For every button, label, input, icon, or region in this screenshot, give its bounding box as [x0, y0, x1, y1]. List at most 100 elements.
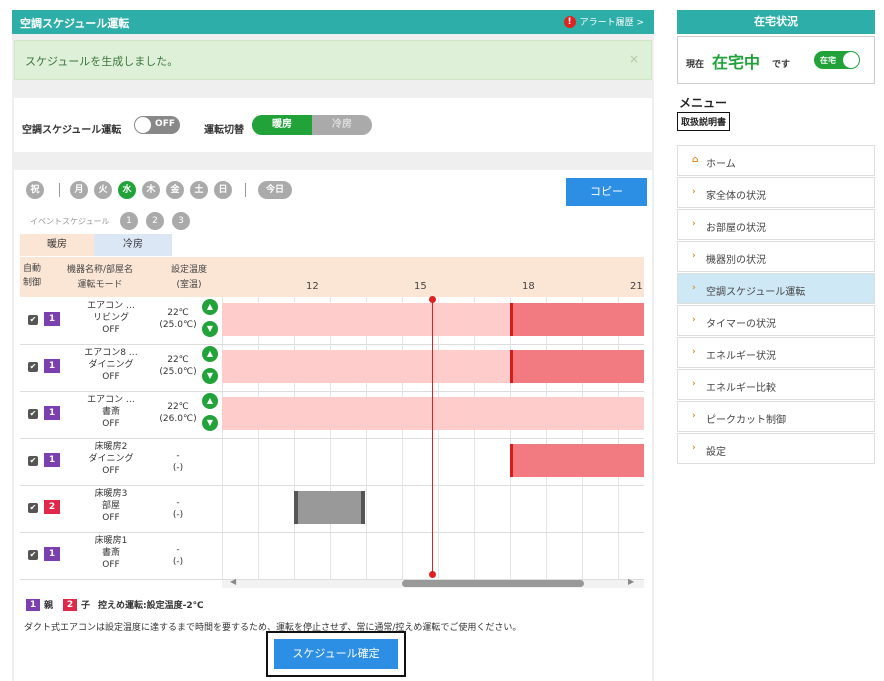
sidebar-item-label: エネルギー比較: [706, 383, 776, 394]
current-time-marker: [429, 571, 436, 578]
mode-heating-button[interactable]: 暖房: [252, 115, 312, 135]
schedule-bar[interactable]: [510, 303, 644, 336]
toggle-knob: [843, 52, 859, 68]
temp-up-icon[interactable]: ▲: [202, 346, 218, 362]
manual-link[interactable]: 取扱説明書: [677, 112, 731, 131]
home-toggle-label: 在宅: [820, 56, 836, 65]
menu-title: メニュー: [679, 96, 728, 110]
schedule-toggle[interactable]: OFF: [134, 116, 180, 134]
room-temperature: (-): [172, 557, 184, 567]
header-setting: 設定温度 (室温): [156, 257, 222, 297]
copy-button[interactable]: コピー: [566, 178, 647, 206]
day-wed[interactable]: 水: [118, 181, 136, 199]
schedule-bar[interactable]: [294, 491, 365, 524]
auto-control-checkbox[interactable]: ✔: [28, 456, 38, 466]
header-timeline: [222, 257, 644, 297]
scrollbar-thumb[interactable]: [402, 580, 584, 587]
temp-up-icon[interactable]: ▲: [202, 299, 218, 315]
room-name: リビング: [92, 313, 129, 323]
room-name: 書斎: [101, 548, 120, 558]
chevron-right-icon: ›: [692, 347, 696, 357]
success-message: スケジュールを生成しました。 ×: [14, 40, 652, 80]
tab-cooling[interactable]: 冷房: [94, 234, 172, 256]
day-tue[interactable]: 火: [94, 181, 112, 199]
day-thu[interactable]: 木: [142, 181, 160, 199]
device-name: 床暖房2: [94, 442, 128, 452]
legend-parent-label: 親: [44, 601, 54, 611]
schedule-bar[interactable]: [222, 397, 644, 430]
event-1[interactable]: 1: [120, 212, 138, 230]
confirm-schedule-button[interactable]: スケジュール確定: [274, 639, 398, 669]
run-mode: OFF: [102, 466, 120, 476]
sidebar-item-5[interactable]: › タイマーの状況: [677, 305, 875, 336]
day-sun[interactable]: 日: [214, 181, 232, 199]
current-time-line: [432, 299, 433, 575]
auto-control-checkbox[interactable]: ✔: [28, 315, 38, 325]
home-status: 在宅中: [712, 53, 761, 72]
home-badge: 1: [44, 312, 60, 326]
chevron-right-icon: ›: [692, 411, 696, 421]
sidebar-item-label: ピークカット制御: [706, 415, 786, 426]
day-fri[interactable]: 金: [166, 181, 184, 199]
sidebar-item-4[interactable]: › 空調スケジュール運転: [677, 273, 875, 304]
event-2[interactable]: 2: [146, 212, 164, 230]
temp-down-icon[interactable]: ▼: [202, 321, 218, 337]
sidebar-item-1[interactable]: › 家全体の状況: [677, 177, 875, 208]
header-auto: 自動制御: [20, 257, 44, 297]
header-auto-label: 自動制御: [22, 264, 41, 288]
separator: [59, 183, 60, 197]
chevron-right-icon: ›: [692, 219, 696, 229]
room-temperature: (25.0℃): [159, 320, 197, 330]
day-mon[interactable]: 月: [70, 181, 88, 199]
sidebar-item-7[interactable]: › エネルギー比較: [677, 369, 875, 400]
close-icon[interactable]: ×: [629, 52, 639, 66]
tab-heating[interactable]: 暖房: [20, 234, 94, 256]
sidebar-item-6[interactable]: › エネルギー状況: [677, 337, 875, 368]
schedule-toggle-label: 空調スケジュール運転: [22, 125, 122, 136]
page-title: 空調スケジュール運転: [20, 17, 130, 30]
sidebar-item-3[interactable]: › 機器別の状況: [677, 241, 875, 272]
day-today[interactable]: 今日: [258, 181, 292, 199]
home-badge: 2: [44, 500, 60, 514]
legend-parent-badge: 1: [26, 598, 40, 611]
temp-up-icon[interactable]: ▲: [202, 393, 218, 409]
sidebar-item-8[interactable]: › ピークカット制御: [677, 401, 875, 432]
scroll-right-icon[interactable]: ▶: [628, 577, 634, 586]
day-holiday[interactable]: 祝: [26, 181, 44, 199]
success-message-text: スケジュールを生成しました。: [25, 55, 179, 68]
schedule-bar[interactable]: [510, 444, 644, 477]
event-schedule-label: イベントスケジュール: [30, 217, 110, 226]
event-3[interactable]: 3: [172, 212, 190, 230]
home-badge: 1: [44, 406, 60, 420]
alert-icon: !: [563, 15, 576, 28]
auto-control-checkbox[interactable]: ✔: [28, 409, 38, 419]
auto-control-checkbox[interactable]: ✔: [28, 550, 38, 560]
header-room-label: (室温): [176, 280, 202, 290]
header-device-label: 機器名称/部屋名: [66, 265, 134, 275]
sidebar-item-label: エネルギー状況: [706, 351, 776, 362]
auto-control-checkbox[interactable]: ✔: [28, 362, 38, 372]
auto-control-checkbox[interactable]: ✔: [28, 503, 38, 513]
status-suffix: です: [772, 60, 791, 70]
temp-down-icon[interactable]: ▼: [202, 368, 218, 384]
mode-switch-label: 運転切替: [204, 125, 244, 136]
table-row: ✔ 1 床暖房1 書斎 OFF - (-): [20, 532, 644, 580]
device-name: 床暖房1: [94, 536, 128, 546]
home-toggle[interactable]: 在宅: [814, 51, 860, 69]
sidebar-item-2[interactable]: › お部屋の状況: [677, 209, 875, 240]
run-mode: OFF: [102, 560, 120, 570]
mode-cooling-button[interactable]: 冷房: [312, 115, 372, 135]
set-temperature: 22℃: [167, 402, 189, 412]
day-sat[interactable]: 土: [190, 181, 208, 199]
run-mode: OFF: [102, 419, 120, 429]
scroll-left-icon[interactable]: ◀: [230, 577, 236, 586]
temp-down-icon[interactable]: ▼: [202, 415, 218, 431]
alert-history-link[interactable]: ! アラート履歴 >: [563, 15, 644, 28]
device-name: エアコン …: [87, 395, 135, 405]
home-badge: 1: [44, 453, 60, 467]
sidebar-item-9[interactable]: › 設定: [677, 433, 875, 464]
schedule-bar[interactable]: [510, 350, 644, 383]
sidebar-item-0[interactable]: ⌂ ホーム: [677, 145, 875, 176]
alert-history-label: アラート履歴 >: [579, 18, 644, 28]
tick-18: 18: [522, 281, 535, 292]
